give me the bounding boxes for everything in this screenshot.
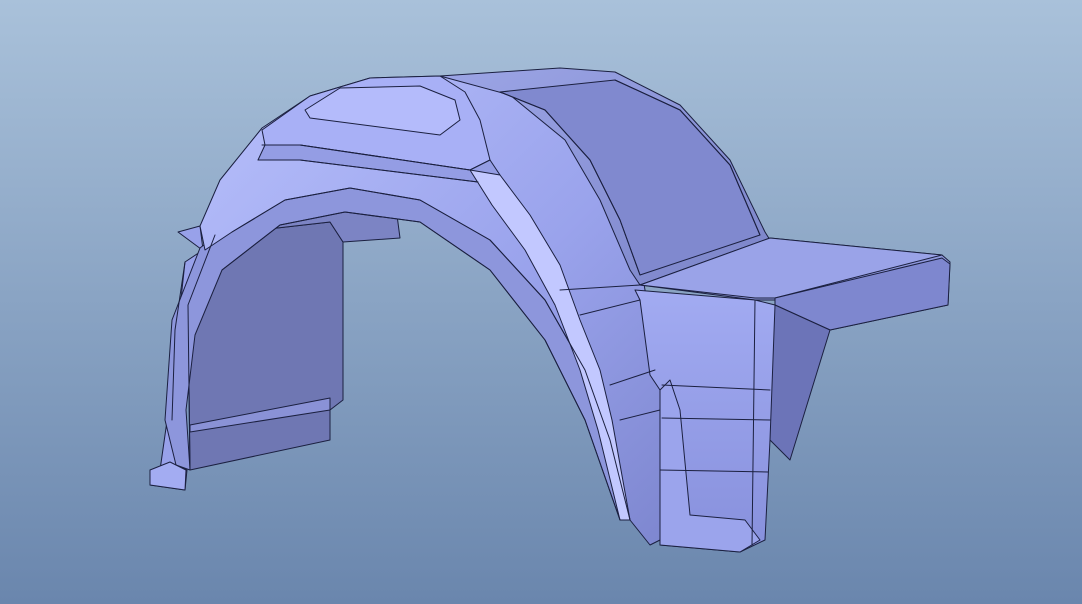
cad-viewport[interactable] [0, 0, 1082, 604]
model-canvas[interactable] [0, 0, 1082, 604]
